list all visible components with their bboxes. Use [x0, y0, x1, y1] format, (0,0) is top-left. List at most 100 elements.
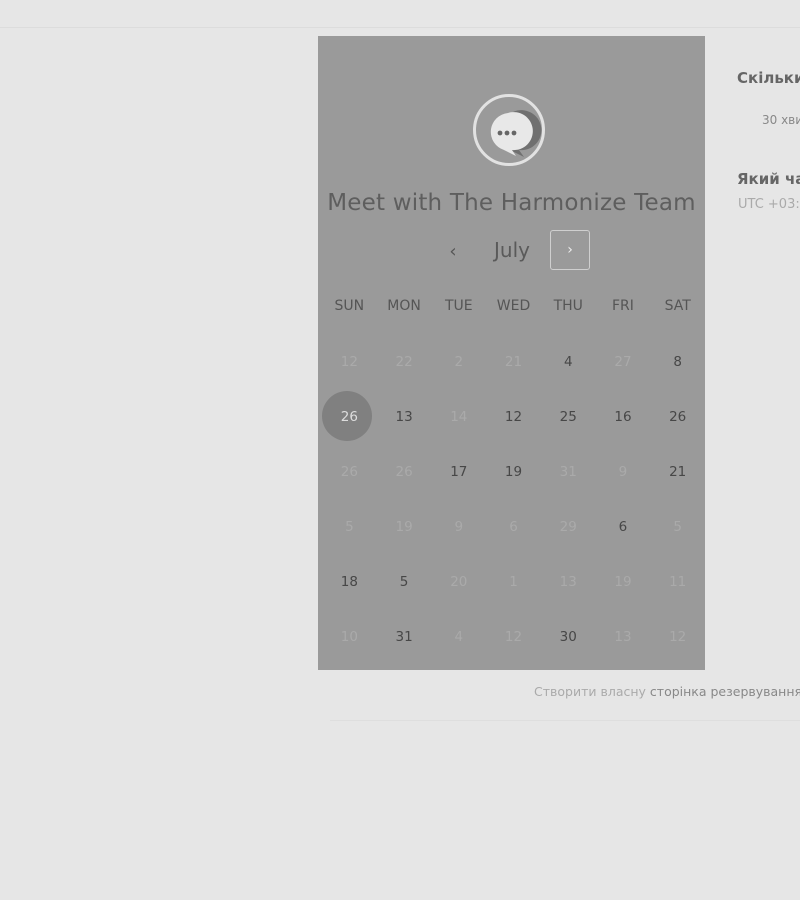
day-cell: 31	[541, 444, 596, 499]
timezone-selector[interactable]: UTC +03:(	[738, 197, 800, 212]
calendar-week-row: 10 31 4 12 30 13 12	[322, 609, 705, 664]
day-number: 29	[559, 518, 577, 535]
day-number: 11	[669, 573, 687, 590]
day-number: 9	[618, 463, 628, 480]
day-number: 13	[395, 408, 413, 425]
day-number: 21	[669, 463, 687, 480]
booking-details-column: Скільки 30 хвил Який час UTC +03:(	[737, 0, 800, 230]
weekday-label: THU	[553, 298, 583, 314]
day-cell: 4	[431, 609, 486, 664]
day-number: 26	[669, 408, 687, 425]
weekday-label: WED	[496, 298, 531, 314]
day-cell[interactable]: 26	[650, 389, 705, 444]
chevron-right-icon: ›	[567, 242, 573, 258]
month-label: July	[494, 238, 530, 262]
next-month-button[interactable]: ›	[550, 230, 590, 270]
day-cell[interactable]: 18	[322, 554, 377, 609]
day-number: 18	[340, 573, 358, 590]
selected-day-cell[interactable]: 26	[322, 389, 377, 444]
day-cell[interactable]: 13	[377, 389, 432, 444]
day-cell: 14	[431, 389, 486, 444]
day-number: 19	[504, 463, 523, 480]
day-cell[interactable]: 5	[377, 554, 432, 609]
day-number: 12	[340, 353, 358, 370]
day-cell: 21	[486, 334, 541, 389]
weekday-label: TUE	[444, 298, 473, 314]
day-number: 22	[395, 353, 413, 370]
create-booking-page-link[interactable]: сторінка резервування	[650, 684, 800, 699]
calendar-week-row: 5 19 9 6 29 6 5	[322, 499, 705, 554]
calendar-grid: 12 22 2 21 4 27 8 26 13 14 12 25 16 26 26 26 17 19 31 9 21 5 1…	[322, 334, 705, 664]
calendar-week-row: 18 5 20 1 13 19 11	[322, 554, 705, 609]
day-cell[interactable]: 21	[650, 444, 705, 499]
booking-calendar-panel: Meet with The Harmonize Team ‹ July › SU…	[318, 36, 705, 670]
day-cell: 10	[322, 609, 377, 664]
day-cell: 12	[322, 334, 377, 389]
day-number: 14	[450, 408, 468, 425]
day-cell: 29	[541, 499, 596, 554]
day-cell: 13	[541, 554, 596, 609]
day-cell[interactable]: 16	[596, 389, 651, 444]
day-cell[interactable]: 17	[431, 444, 486, 499]
day-number: 25	[559, 408, 577, 425]
footer-text: Створити власну	[534, 684, 646, 699]
day-number: 17	[450, 463, 468, 480]
day-number: 10	[340, 628, 358, 645]
day-number: 12	[669, 628, 687, 645]
day-number: 30	[559, 628, 577, 645]
duration-question: Скільки	[737, 69, 800, 87]
calendar-week-row: 26 26 17 19 31 9 21	[322, 444, 705, 499]
day-cell: 26	[322, 444, 377, 499]
day-cell[interactable]: 8	[650, 334, 705, 389]
chevron-left-icon: ‹	[449, 240, 457, 262]
footer: Створити власну сторінка резервування	[530, 684, 800, 699]
weekday-header: SUN MON TUE WED THU FRI SAT	[322, 298, 705, 314]
day-cell[interactable]: 19	[486, 444, 541, 499]
day-number: 20	[450, 573, 468, 590]
day-number: 31	[559, 463, 577, 480]
day-number: 16	[614, 408, 632, 425]
day-cell: 19	[596, 554, 651, 609]
day-cell: 9	[431, 499, 486, 554]
day-cell: 1	[486, 554, 541, 609]
day-number: 4	[563, 353, 573, 370]
day-cell: 9	[596, 444, 651, 499]
avatar	[473, 94, 545, 166]
day-cell[interactable]: 31	[377, 609, 432, 664]
day-number: 27	[614, 353, 632, 370]
bottom-divider	[330, 720, 800, 721]
day-cell[interactable]: 6	[596, 499, 651, 554]
day-cell: 12	[486, 609, 541, 664]
day-number: 6	[509, 518, 518, 535]
day-cell: 5	[650, 499, 705, 554]
day-number: 9	[454, 518, 464, 535]
day-cell: 5	[322, 499, 377, 554]
day-cell[interactable]: 30	[541, 609, 596, 664]
day-cell[interactable]: 4	[541, 334, 596, 389]
day-number: 19	[614, 573, 632, 590]
day-number: 26	[340, 408, 358, 425]
day-number: 26	[395, 463, 413, 480]
previous-month-button[interactable]: ‹	[440, 234, 466, 268]
weekday-label: FRI	[611, 298, 634, 314]
day-cell: 11	[650, 554, 705, 609]
day-number: 6	[618, 518, 628, 535]
time-question: Який час	[737, 170, 800, 188]
day-number: 12	[504, 408, 523, 425]
top-divider	[0, 27, 800, 28]
day-number: 21	[504, 353, 523, 370]
day-cell: 13	[596, 609, 651, 664]
day-cell: 12	[650, 609, 705, 664]
day-cell: 22	[377, 334, 432, 389]
day-cell[interactable]: 25	[541, 389, 596, 444]
day-number: 5	[399, 573, 409, 590]
day-cell: 19	[377, 499, 432, 554]
day-cell[interactable]: 12	[486, 389, 541, 444]
calendar-week-row: 12 22 2 21 4 27 8	[322, 334, 705, 389]
day-number: 2	[454, 353, 464, 370]
day-number: 31	[395, 628, 413, 645]
weekday-label: MON	[387, 298, 421, 314]
day-number: 13	[559, 573, 577, 590]
duration-option[interactable]: 30 хвил	[762, 113, 800, 127]
day-number: 12	[504, 628, 523, 645]
